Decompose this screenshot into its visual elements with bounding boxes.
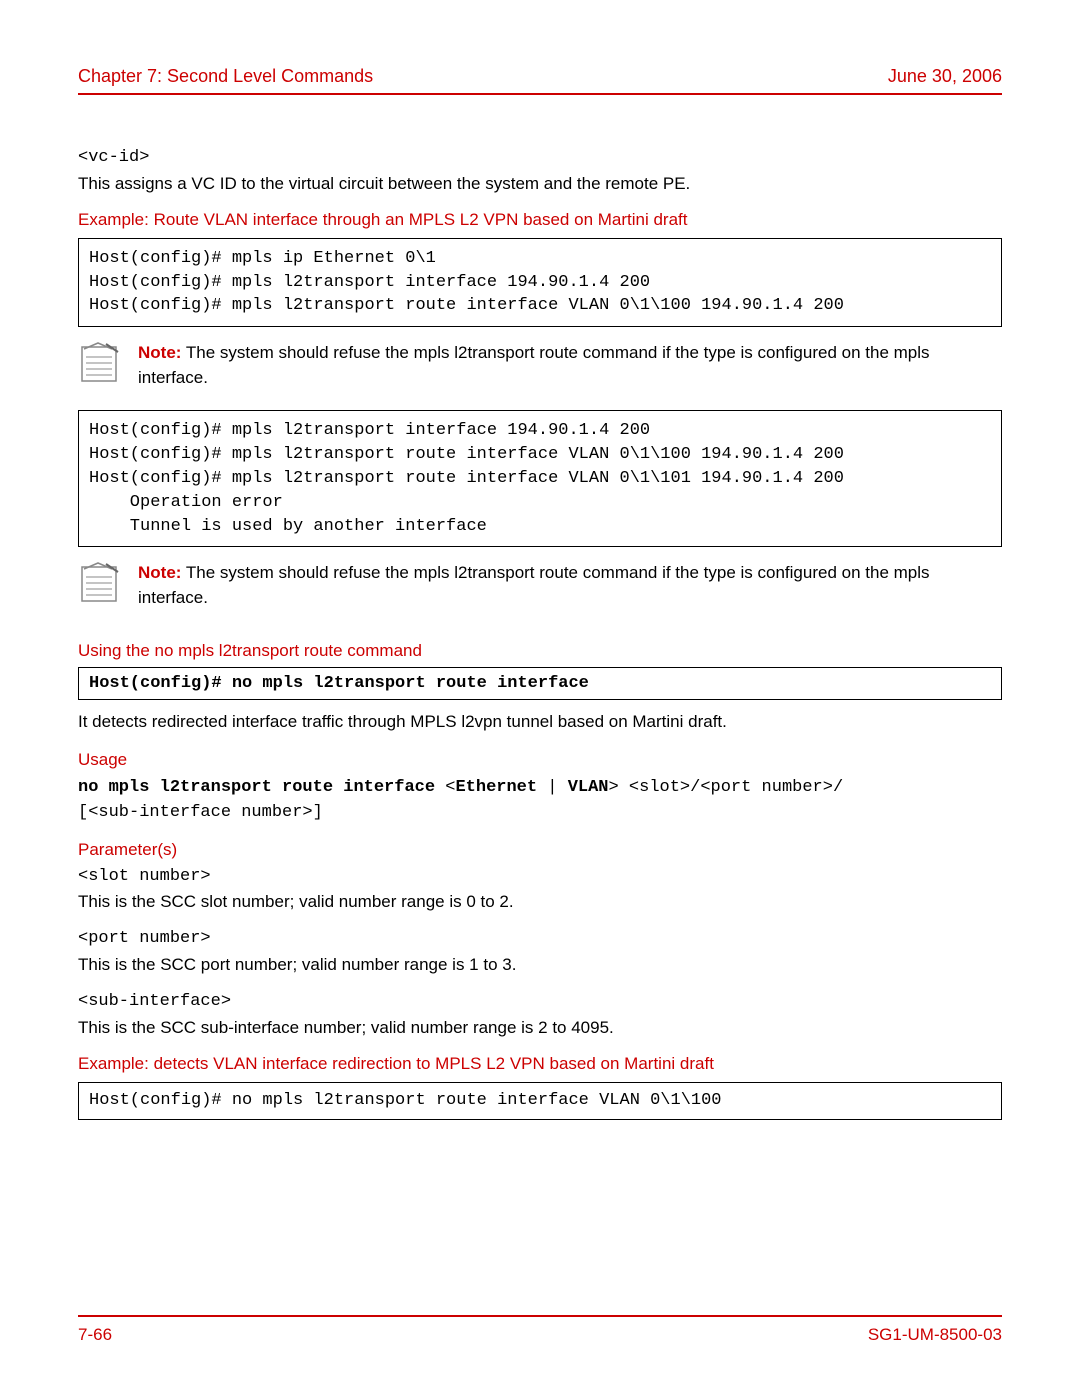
note-2: Note: The system should refuse the mpls … (78, 561, 1002, 610)
page-header: Chapter 7: Second Level Commands June 30… (78, 66, 1002, 95)
usage-label: Usage (78, 750, 1002, 770)
param-desc: This is the SCC slot number; valid numbe… (78, 890, 1002, 914)
section-heading-no-mpls: Using the no mpls l2transport route comm… (78, 641, 1002, 661)
usage-pipe: | (537, 778, 568, 797)
vc-id-tag: <vc-id> (78, 147, 1002, 170)
command-box: Host(config)# no mpls l2transport route … (78, 667, 1002, 701)
command-desc: It detects redirected interface traffic … (78, 710, 1002, 734)
footer-pagenum: 7-66 (78, 1325, 112, 1345)
notepad-icon (78, 341, 120, 385)
param-desc: This is the SCC port number; valid numbe… (78, 953, 1002, 977)
example-heading-2: Example: detects VLAN interface redirect… (78, 1054, 1002, 1074)
param-name: <sub-interface> (78, 991, 1002, 1014)
usage-open: < (435, 778, 455, 797)
param-desc: This is the SCC sub-interface number; va… (78, 1016, 1002, 1040)
page-footer: 7-66 SG1-UM-8500-03 (78, 1315, 1002, 1345)
notepad-icon (78, 561, 120, 605)
header-chapter: Chapter 7: Second Level Commands (78, 66, 373, 87)
usage-eth: Ethernet (455, 778, 537, 797)
note-label: Note: (138, 343, 181, 362)
param-name: <slot number> (78, 866, 1002, 889)
header-date: June 30, 2006 (888, 66, 1002, 87)
note-body: The system should refuse the mpls l2tran… (138, 343, 930, 387)
param-name: <port number> (78, 928, 1002, 951)
page: Chapter 7: Second Level Commands June 30… (0, 0, 1080, 1397)
usage-syntax: no mpls l2transport route interface <Eth… (78, 776, 1002, 825)
note-1: Note: The system should refuse the mpls … (78, 341, 1002, 390)
note-body: The system should refuse the mpls l2tran… (138, 563, 930, 607)
note-1-text: Note: The system should refuse the mpls … (138, 341, 1002, 390)
param-port: <port number> This is the SCC port numbe… (78, 928, 1002, 977)
note-label: Note: (138, 563, 181, 582)
code-box-3: Host(config)# no mpls l2transport route … (78, 1082, 1002, 1120)
usage-cmd: no mpls l2transport route interface (78, 778, 435, 797)
vc-id-desc: This assigns a VC ID to the virtual circ… (78, 172, 1002, 196)
code-box-2: Host(config)# mpls l2transport interface… (78, 410, 1002, 547)
example-heading-1: Example: Route VLAN interface through an… (78, 210, 1002, 230)
footer-docid: SG1-UM-8500-03 (868, 1325, 1002, 1345)
param-slot: <slot number> This is the SCC slot numbe… (78, 866, 1002, 915)
note-2-text: Note: The system should refuse the mpls … (138, 561, 1002, 610)
parameters-label: Parameter(s) (78, 840, 1002, 860)
usage-vlan: VLAN (568, 778, 609, 797)
code-box-1: Host(config)# mpls ip Ethernet 0\1 Host(… (78, 238, 1002, 327)
param-subinterface: <sub-interface> This is the SCC sub-inte… (78, 991, 1002, 1040)
